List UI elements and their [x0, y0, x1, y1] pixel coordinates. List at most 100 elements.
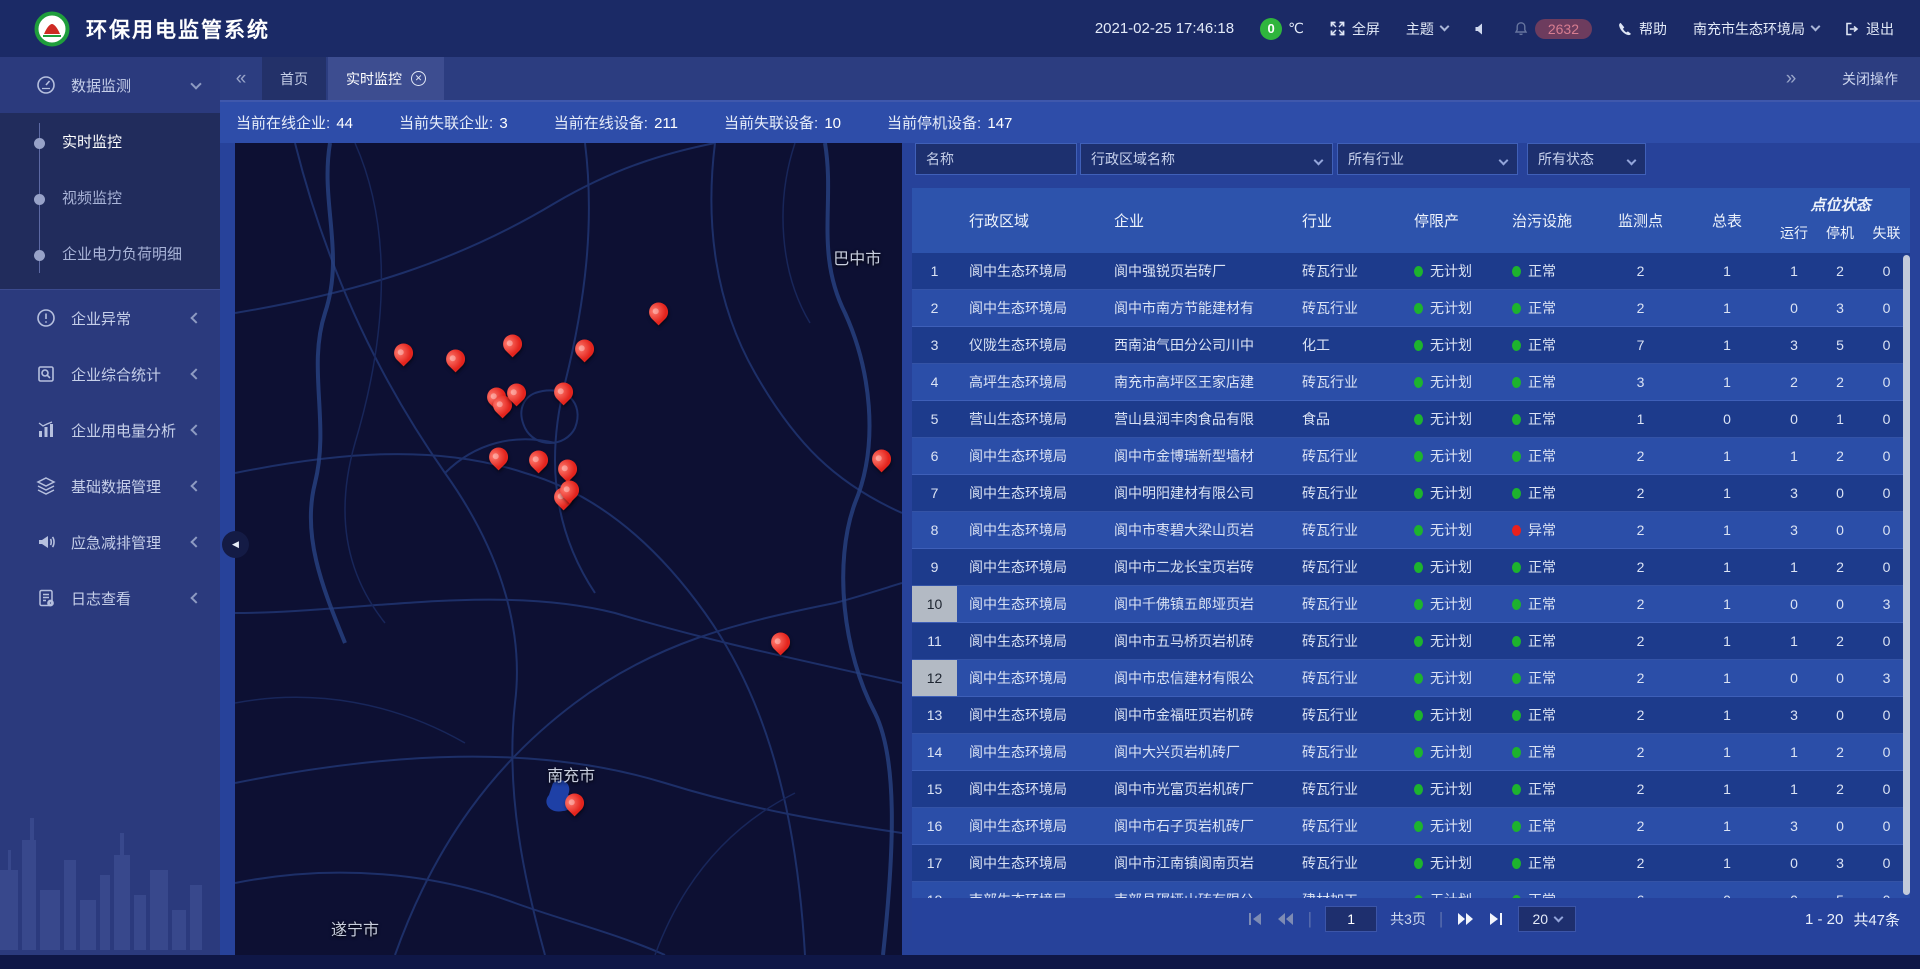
table-row[interactable]: 15阆中生态环境局阆中市光富页岩机砖厂砖瓦行业无计划正常21120: [912, 771, 1910, 808]
map-panel[interactable]: 巴中市南充市遂宁市: [235, 143, 902, 955]
topbar-right: 2021-02-25 17:46:18 0 ℃ 全屏 主题 2632 帮助 南充…: [1095, 18, 1894, 40]
cell-company: 阆中千佛镇五郎垭页岩: [1102, 586, 1292, 622]
sidebar-item-企业用电量分析[interactable]: 企业用电量分析: [0, 402, 220, 458]
cell-total-meter: 1: [1683, 364, 1771, 400]
cell-region: 阆中生态环境局: [957, 438, 1102, 474]
cell-company: 阆中市光富页岩机砖厂: [1102, 771, 1292, 807]
logout-button[interactable]: 退出: [1845, 19, 1894, 39]
cell-monitor-points: 1: [1598, 401, 1683, 437]
fullscreen-button[interactable]: 全屏: [1330, 19, 1380, 39]
table-row[interactable]: 9阆中生态环境局阆中市二龙长宝页岩砖砖瓦行业无计划正常21120: [912, 549, 1910, 586]
table-row[interactable]: 16阆中生态环境局阆中市石子页岩机砖厂砖瓦行业无计划正常21300: [912, 808, 1910, 845]
sidebar-subitem-实时监控[interactable]: 实时监控: [0, 115, 220, 171]
logout-icon: [1845, 22, 1859, 36]
sidebar-item-label: 日志查看: [71, 588, 131, 609]
cell-stop-limit: 无计划: [1402, 623, 1500, 659]
divider: |: [1308, 909, 1312, 929]
pagination-bar: | 共3页 | 20 1 - 20 共47条: [912, 898, 1910, 940]
status-normal-icon: [1512, 451, 1521, 462]
previous-page-button[interactable]: [1277, 910, 1295, 928]
sidebar-item-日志查看[interactable]: 日志查看: [0, 570, 220, 626]
cell-treatment: 正常: [1500, 327, 1598, 363]
status-normal-icon: [1414, 784, 1423, 795]
region-filter-select[interactable]: 行政区域名称: [1080, 143, 1333, 175]
cell-stopped: 2: [1817, 438, 1863, 474]
tab-home[interactable]: 首页: [262, 57, 326, 100]
table-body: 1阆中生态环境局阆中强锐页岩砖厂砖瓦行业无计划正常211202阆中生态环境局阆中…: [912, 253, 1910, 898]
status-filter-select[interactable]: 所有状态: [1527, 143, 1646, 175]
page-number-input[interactable]: [1325, 906, 1377, 932]
tabs-scroll-right-button[interactable]: »: [1770, 68, 1812, 90]
row-index: 16: [912, 808, 957, 844]
cell-company: 西南油气田分公司川中: [1102, 327, 1292, 363]
table-row[interactable]: 3仪陇生态环境局西南油气田分公司川中化工无计划正常71350: [912, 327, 1910, 364]
notifications-button[interactable]: 2632: [1514, 19, 1592, 39]
table-row[interactable]: 11阆中生态环境局阆中市五马桥页岩机砖砖瓦行业无计划正常21120: [912, 623, 1910, 660]
table-row[interactable]: 6阆中生态环境局阆中市金博瑞新型墙材砖瓦行业无计划正常21120: [912, 438, 1910, 475]
cell-region: 阆中生态环境局: [957, 253, 1102, 289]
industry-filter-select[interactable]: 所有行业: [1337, 143, 1518, 175]
table-row[interactable]: 5营山生态环境局营山县润丰肉食品有限食品无计划正常10010: [912, 401, 1910, 438]
table-scrollbar[interactable]: [1903, 255, 1910, 895]
cell-company: 阆中市五马桥页岩机砖: [1102, 623, 1292, 659]
cell-monitor-points: 2: [1598, 697, 1683, 733]
cell-stopped: 3: [1817, 290, 1863, 326]
phone-icon: [1618, 22, 1632, 36]
cell-treatment: 正常: [1500, 586, 1598, 622]
status-normal-icon: [1512, 784, 1521, 795]
table-row[interactable]: 13阆中生态环境局阆中市金福旺页岩机砖砖瓦行业无计划正常21300: [912, 697, 1910, 734]
sidebar-subitem-企业电力负荷明细[interactable]: 企业电力负荷明细: [0, 227, 220, 283]
fullscreen-icon: [1330, 21, 1345, 36]
sidebar-item-数据监测[interactable]: 数据监测: [0, 57, 220, 113]
last-page-button[interactable]: [1487, 910, 1505, 928]
sidebar-item-基础数据管理[interactable]: 基础数据管理: [0, 458, 220, 514]
mute-button[interactable]: [1474, 22, 1488, 36]
page-size-select[interactable]: 20: [1518, 906, 1576, 932]
status-normal-icon: [1512, 636, 1521, 647]
first-page-button[interactable]: [1246, 910, 1264, 928]
sidebar-item-企业综合统计[interactable]: 企业综合统计: [0, 346, 220, 402]
table-header: 行政区域 企业 行业 停限产 治污设施 监测点 总表 点位状态 运行 停机 失联: [912, 188, 1910, 253]
sidebar-subitem-视频监控[interactable]: 视频监控: [0, 171, 220, 227]
sidebar-item-应急减排管理[interactable]: 应急减排管理: [0, 514, 220, 570]
cell-running: 3: [1771, 475, 1817, 511]
org-menu[interactable]: 南充市生态环境局: [1693, 19, 1819, 39]
cell-running: 1: [1771, 253, 1817, 289]
table-row[interactable]: 8阆中生态环境局阆中市枣碧大梁山页岩砖瓦行业无计划异常21300: [912, 512, 1910, 549]
next-page-button[interactable]: [1456, 910, 1474, 928]
table-row[interactable]: 17阆中生态环境局阆中市江南镇阆南页岩砖瓦行业无计划正常21030: [912, 845, 1910, 882]
table-row[interactable]: 10阆中生态环境局阆中千佛镇五郎垭页岩砖瓦行业无计划正常21003: [912, 586, 1910, 623]
stat-value: 10: [824, 115, 841, 132]
cell-region: 阆中生态环境局: [957, 586, 1102, 622]
name-filter[interactable]: [915, 143, 1077, 175]
table-row[interactable]: 12阆中生态环境局阆中市忠信建材有限公砖瓦行业无计划正常21003: [912, 660, 1910, 697]
close-operations-button[interactable]: 关闭操作: [1842, 69, 1898, 89]
map-collapse-button[interactable]: [222, 531, 249, 558]
theme-menu[interactable]: 主题: [1406, 19, 1448, 39]
cell-running: 0: [1771, 882, 1817, 898]
cell-region: 阆中生态环境局: [957, 512, 1102, 548]
row-index: 9: [912, 549, 957, 585]
tab-realtime-monitor[interactable]: 实时监控 ✕: [328, 57, 444, 100]
cell-stop-limit: 无计划: [1402, 475, 1500, 511]
table-row[interactable]: 7阆中生态环境局阆中明阳建材有限公司砖瓦行业无计划正常21300: [912, 475, 1910, 512]
status-normal-icon: [1512, 377, 1521, 388]
cell-company: 阆中强锐页岩砖厂: [1102, 253, 1292, 289]
help-button[interactable]: 帮助: [1618, 19, 1667, 39]
sidebar-item-label: 企业用电量分析: [71, 420, 176, 441]
cell-region: 南部生态环境局: [957, 882, 1102, 898]
name-filter-input[interactable]: [926, 151, 1066, 167]
table-row[interactable]: 14阆中生态环境局阆中大兴页岩机砖厂砖瓦行业无计划正常21120: [912, 734, 1910, 771]
row-index: 10: [912, 586, 957, 622]
app-title: 环保用电监管系统: [86, 14, 270, 44]
log-doc-icon: [36, 588, 56, 608]
table-row[interactable]: 18南部生态环境局南部县碾垭山砖有限公建材加工无计划正常60050: [912, 882, 1910, 898]
sidebar-item-企业异常[interactable]: 企业异常: [0, 290, 220, 346]
table-row[interactable]: 1阆中生态环境局阆中强锐页岩砖厂砖瓦行业无计划正常21120: [912, 253, 1910, 290]
table-row[interactable]: 4高坪生态环境局南充市高坪区王家店建砖瓦行业无计划正常31220: [912, 364, 1910, 401]
tabs-scroll-left-button[interactable]: «: [220, 57, 262, 100]
status-normal-icon: [1414, 599, 1423, 610]
table-row[interactable]: 2阆中生态环境局阆中市南方节能建材有砖瓦行业无计划正常21030: [912, 290, 1910, 327]
sidebar-item-label: 基础数据管理: [71, 476, 161, 497]
close-tab-icon[interactable]: ✕: [411, 71, 426, 86]
